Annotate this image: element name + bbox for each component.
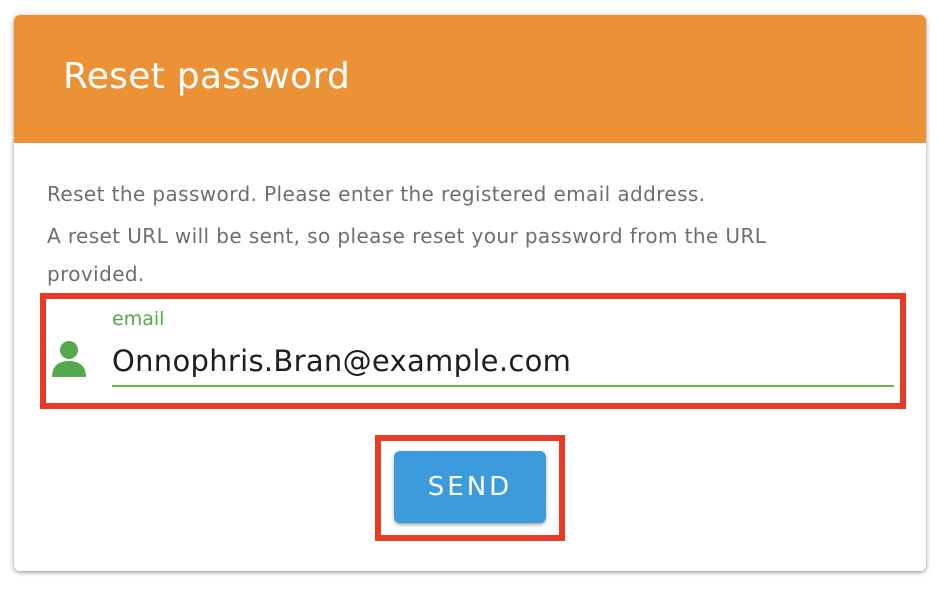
dialog-description: Reset the password. Please enter the reg…: [47, 177, 907, 293]
description-line-1: Reset the password. Please enter the reg…: [47, 182, 706, 206]
dialog-header: Reset password: [14, 15, 926, 143]
description-line-2: A reset URL will be sent, so please rese…: [47, 217, 907, 293]
description-line-2b: provided.: [47, 262, 145, 286]
dialog-title: Reset password: [63, 56, 351, 97]
reset-password-dialog: Reset password Reset the password. Pleas…: [14, 15, 926, 571]
email-field[interactable]: [112, 337, 894, 387]
send-button[interactable]: SEND: [394, 451, 546, 523]
description-line-2a: A reset URL will be sent, so please rese…: [47, 224, 767, 248]
email-field-label: email: [112, 308, 165, 330]
person-icon: [52, 341, 86, 377]
